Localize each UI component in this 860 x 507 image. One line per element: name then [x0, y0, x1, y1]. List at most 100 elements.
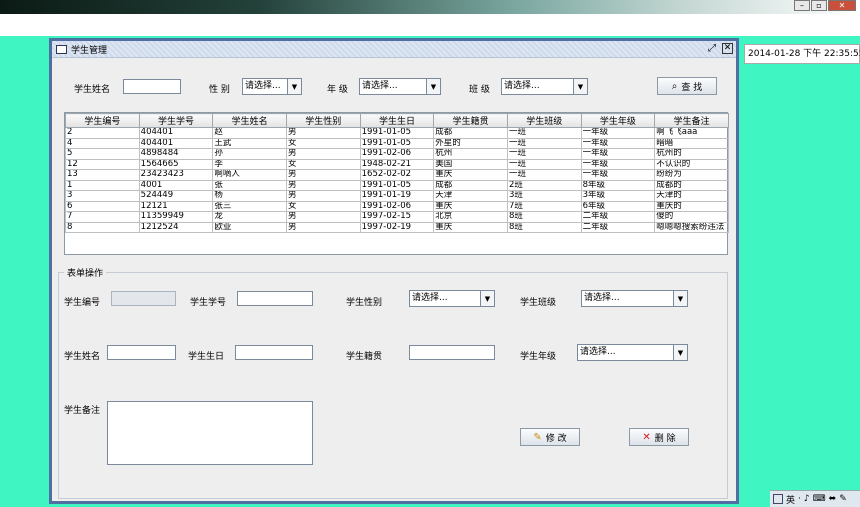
column-header[interactable]: 学生编号 [65, 113, 140, 128]
table-cell[interactable]: 王武 [212, 137, 287, 149]
table-cell[interactable]: 二年级 [580, 221, 656, 233]
keyboard-icon[interactable]: ⌨ [813, 494, 826, 504]
table-cell[interactable]: 孙 [212, 148, 287, 160]
maximize-icon[interactable]: ⤢ [708, 43, 716, 54]
restore-icon[interactable]: ▫ [811, 0, 827, 11]
chevron-down-icon[interactable]: ▼ [426, 79, 440, 94]
table-cell[interactable]: 一年级 [580, 158, 656, 170]
table-cell[interactable]: 404401 [138, 137, 214, 149]
column-header[interactable]: 学生备注 [654, 113, 729, 128]
form-number-input[interactable] [237, 291, 313, 306]
table-cell[interactable]: 1212524 [138, 221, 214, 233]
table-cell[interactable]: 成都的 [654, 179, 729, 191]
form-name-input[interactable] [107, 345, 176, 360]
table-cell[interactable]: 3班 [506, 190, 582, 202]
table-cell[interactable]: 男 [285, 127, 361, 139]
table-cell[interactable]: 重庆的 [654, 200, 729, 212]
table-cell[interactable]: 李 [212, 158, 287, 170]
close-icon[interactable]: ✕ [828, 0, 856, 11]
column-header[interactable]: 学生学号 [138, 113, 214, 128]
column-header[interactable]: 学生生日 [359, 113, 435, 128]
table-cell[interactable]: 一班 [506, 127, 582, 139]
table-cell[interactable]: 1991-01-05 [359, 127, 435, 139]
table-cell[interactable]: 一班 [506, 148, 582, 160]
form-class-select[interactable]: 请选择... ▼ [581, 290, 688, 307]
table-cell[interactable]: 美国 [433, 158, 508, 170]
table-cell[interactable]: 23423423 [138, 169, 214, 181]
search-gender-select[interactable]: 请选择... ▼ [242, 78, 302, 95]
delete-button[interactable]: ✕ 删 除 [629, 428, 689, 446]
table-cell[interactable]: 3年级 [580, 190, 656, 202]
table-cell[interactable]: 男 [285, 169, 361, 181]
table-cell[interactable]: 524449 [138, 190, 214, 202]
column-header[interactable]: 学生性别 [285, 113, 361, 128]
table-cell[interactable]: 1948-02-21 [359, 158, 435, 170]
table-cell[interactable]: 6 [65, 200, 140, 212]
form-gender-select[interactable]: 请选择... ▼ [409, 290, 495, 307]
table-cell[interactable]: 一年级 [580, 169, 656, 181]
table-cell[interactable]: 11359949 [138, 211, 214, 223]
handwriting-icon[interactable]: ✎ [839, 494, 847, 504]
punctuation-icon[interactable]: · [798, 494, 801, 504]
table-cell[interactable]: 张 [212, 179, 287, 191]
table-cell[interactable]: 2班 [506, 179, 582, 191]
table-row[interactable]: 8 1212524 欧亚男 1997-02-19 重庆 8班 二年级 嗯嗯嗯搜索纷违法 [65, 221, 729, 233]
table-cell[interactable]: 12121 [138, 200, 214, 212]
table-cell[interactable]: 1991-01-05 [359, 137, 435, 149]
chevron-down-icon[interactable]: ▼ [673, 291, 687, 306]
chevron-down-icon[interactable]: ▼ [480, 291, 494, 306]
table-row[interactable]: 13 23423423 啊嘀人男 1652-02-02 重庆 一班 一年级 纷纷为 [65, 169, 729, 181]
chevron-down-icon[interactable]: ▼ [573, 79, 587, 94]
window-title-bar[interactable]: 学生管理 ⤢ ✕ [52, 41, 736, 58]
search-name-input[interactable] [123, 79, 181, 94]
form-remark-textarea[interactable] [107, 401, 313, 465]
table-cell[interactable]: 1 [65, 179, 140, 191]
search-class-select[interactable]: 请选择... ▼ [501, 78, 588, 95]
table-cell[interactable]: 二年级 [580, 211, 656, 223]
table-cell[interactable]: 一班 [506, 169, 582, 181]
table-row[interactable]: 3 524449 杨男 1991-01-19 天津 3班 3年级 天津的 [65, 190, 729, 202]
table-cell[interactable]: 赵 [212, 127, 287, 139]
table-cell[interactable]: 8 [65, 221, 140, 233]
table-cell[interactable]: 杭州的 [654, 148, 729, 160]
table-cell[interactable]: 一班 [506, 158, 582, 170]
table-cell[interactable]: 一年级 [580, 148, 656, 160]
table-cell[interactable]: 1991-02-06 [359, 148, 435, 160]
table-cell[interactable]: 男 [285, 221, 361, 233]
table-cell[interactable]: 男 [285, 211, 361, 223]
form-native-input[interactable] [409, 345, 495, 360]
table-cell[interactable]: 4001 [138, 179, 214, 191]
table-cell[interactable]: 3 [65, 190, 140, 202]
column-header[interactable]: 学生年级 [580, 113, 656, 128]
table-row[interactable]: 5 4898484 孙男 1991-02-06 杭州 一班 一年级 杭州的 [65, 148, 729, 160]
form-birthday-input[interactable] [235, 345, 313, 360]
table-cell[interactable]: 12 [65, 158, 140, 170]
close-window-icon[interactable]: ✕ [722, 43, 733, 54]
table-cell[interactable]: 一班 [506, 137, 582, 149]
table-cell[interactable]: 8年级 [580, 179, 656, 191]
table-cell[interactable]: 男 [285, 190, 361, 202]
table-cell[interactable]: 女 [285, 200, 361, 212]
table-row[interactable]: 12 1564665 李女 1948-02-21 美国 一班 一年级 不认识的 [65, 158, 729, 170]
table-cell[interactable]: 男 [285, 148, 361, 160]
table-cell[interactable]: 4898484 [138, 148, 214, 160]
table-cell[interactable]: 404401 [138, 127, 214, 139]
table-cell[interactable]: 2 [65, 127, 140, 139]
form-grade-select[interactable]: 请选择... ▼ [577, 344, 688, 361]
table-cell[interactable]: 一年级 [580, 137, 656, 149]
table-cell[interactable]: 天津的 [654, 190, 729, 202]
ime-icon[interactable] [773, 494, 783, 504]
table-cell[interactable]: 杨 [212, 190, 287, 202]
table-cell[interactable]: 男 [285, 179, 361, 191]
table-cell[interactable]: 女 [285, 158, 361, 170]
table-cell[interactable]: 天津 [433, 190, 508, 202]
table-cell[interactable]: 1564665 [138, 158, 214, 170]
table-cell[interactable]: 8班 [506, 211, 582, 223]
table-cell[interactable]: 纷纷为 [654, 169, 729, 181]
column-header[interactable]: 学生姓名 [212, 113, 287, 128]
table-cell[interactable]: 一年级 [580, 127, 656, 139]
table-cell[interactable]: 1997-02-19 [359, 221, 435, 233]
table-cell[interactable]: 龙 [212, 211, 287, 223]
table-cell[interactable]: 重庆 [433, 200, 508, 212]
table-cell[interactable]: 5 [65, 148, 140, 160]
